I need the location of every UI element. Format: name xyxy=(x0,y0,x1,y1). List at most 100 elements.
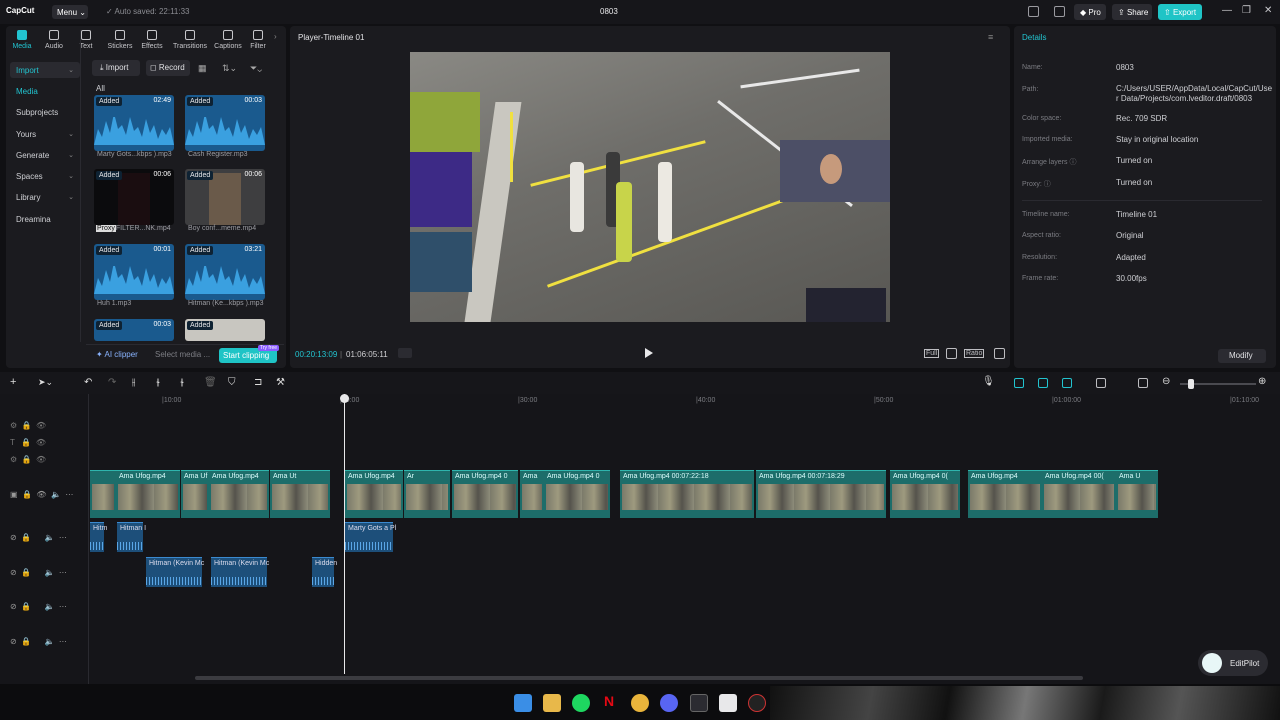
export-button[interactable]: ⇧ Export xyxy=(1158,4,1202,20)
sort-icon[interactable]: ⇅⌄ xyxy=(222,63,237,74)
sidebar-item-dreamina[interactable]: Dreamina xyxy=(10,211,80,227)
audio-clip[interactable]: Marty Gots a Pl xyxy=(345,522,396,552)
video-clip[interactable] xyxy=(90,470,116,518)
microphone-icon[interactable]: 🎙 xyxy=(982,376,995,387)
audio-clip[interactable]: Hitman I xyxy=(117,522,146,552)
filter-funnel-icon[interactable]: ⏷⌄ xyxy=(250,63,262,74)
file-explorer-icon[interactable] xyxy=(543,694,561,712)
video-clip[interactable]: Ama Ufog.mp4 00:07:22:18 xyxy=(620,470,754,518)
tab-transitions[interactable]: Transitions xyxy=(172,28,208,50)
tab-media[interactable]: Media xyxy=(6,28,38,50)
windows-start-icon[interactable] xyxy=(514,694,532,712)
netflix-icon[interactable]: N xyxy=(604,693,614,709)
media-item[interactable]: Added 03:21 xyxy=(185,244,265,300)
capcut-taskbar-icon[interactable] xyxy=(690,694,708,712)
zoom-slider-handle[interactable] xyxy=(1188,379,1194,389)
video-clip[interactable]: Ama Ufog.mp4 xyxy=(968,470,1042,518)
redo-icon[interactable]: ↷ xyxy=(108,377,116,388)
magic-icon[interactable]: ⚒ xyxy=(276,377,285,388)
video-clip[interactable]: Ama U xyxy=(1116,470,1158,518)
discord-icon[interactable] xyxy=(660,694,678,712)
video-clip[interactable]: Ama Ufog.mp4 00:07:18:29 xyxy=(756,470,886,518)
close-icon[interactable]: ✕ xyxy=(1264,5,1272,16)
main-track-magnet-icon[interactable] xyxy=(1014,378,1024,388)
tab-effects[interactable]: Effects xyxy=(136,28,168,50)
video-preview[interactable] xyxy=(410,52,890,322)
app-icon[interactable] xyxy=(719,694,737,712)
audio-clip[interactable]: Hidden xyxy=(312,557,337,587)
sidebar-item-library[interactable]: Library ⌄ xyxy=(10,189,80,205)
tab-audio[interactable]: Audio xyxy=(38,28,70,50)
crop-icon[interactable]: ⊐ xyxy=(254,377,262,388)
split-right-icon[interactable]: ⫳ xyxy=(180,377,184,388)
maximize-icon[interactable]: ❐ xyxy=(1242,5,1251,16)
media-item[interactable]: Added 00:03 xyxy=(185,95,265,151)
linkage-icon[interactable] xyxy=(1062,378,1072,388)
share-button[interactable]: ⇪ Share xyxy=(1112,4,1152,20)
chrome-icon[interactable] xyxy=(631,694,649,712)
media-item[interactable]: Added 02:49 xyxy=(94,95,174,151)
full-quality-button[interactable]: Full xyxy=(924,349,940,358)
media-item[interactable]: Added 00:06 xyxy=(185,169,265,225)
sidebar-item-generate[interactable]: Generate ⌄ xyxy=(10,147,80,163)
zoom-out-icon[interactable]: ⊖ xyxy=(1162,376,1170,387)
caption-icon[interactable] xyxy=(1138,378,1148,388)
pro-button[interactable]: ◆ Pro xyxy=(1074,4,1106,20)
playhead-handle[interactable] xyxy=(340,394,349,403)
sidebar-item-yours[interactable]: Yours ⌄ xyxy=(10,126,80,142)
player-menu-icon[interactable]: ≡ xyxy=(988,32,993,42)
video-clip[interactable]: Ama xyxy=(520,470,544,518)
record-button[interactable]: ◻ Record xyxy=(146,60,190,76)
app-icon[interactable] xyxy=(748,694,766,712)
media-item[interactable]: Added 00:01 xyxy=(94,244,174,300)
playhead[interactable] xyxy=(344,394,345,674)
audio-clip[interactable]: Hitm xyxy=(90,522,107,552)
tab-text[interactable]: Text xyxy=(70,28,102,50)
video-clip[interactable]: Ama Ufog.mp4 xyxy=(116,470,180,518)
add-track-icon[interactable]: + xyxy=(10,376,16,388)
minimize-icon[interactable]: — xyxy=(1222,5,1232,16)
video-clip[interactable]: Ama Ufog.mp4 00( xyxy=(1042,470,1116,518)
preview-axis-icon[interactable] xyxy=(1096,378,1106,388)
sidebar-item-spaces[interactable]: Spaces ⌄ xyxy=(10,168,80,184)
grid-view-icon[interactable]: ▦ xyxy=(198,63,207,74)
modify-button[interactable]: Modify xyxy=(1218,349,1266,363)
marker-icon[interactable]: ⛉ xyxy=(228,377,236,388)
sidebar-item-media[interactable]: Media xyxy=(10,83,80,99)
ratio-button[interactable]: Ratio xyxy=(964,349,985,358)
spotify-icon[interactable] xyxy=(572,694,590,712)
tab-captions[interactable]: Captions xyxy=(212,28,244,50)
select-media-dropdown[interactable]: Select media ... xyxy=(155,350,210,359)
video-clip[interactable]: Ama Uf xyxy=(181,470,209,518)
undo-icon[interactable]: ↶ xyxy=(84,377,92,388)
import-button[interactable]: ⤓ Import xyxy=(92,60,140,76)
media-item[interactable]: Added 00:03 xyxy=(94,319,174,341)
sidebar-item-subprojects[interactable]: Subprojects xyxy=(10,104,80,120)
editpilot-button[interactable]: EditPilot xyxy=(1198,650,1268,676)
video-clip[interactable]: Ama Ufog.mp4 0 xyxy=(544,470,610,518)
sidebar-item-import[interactable]: Import ⌄ xyxy=(10,62,80,78)
zoom-in-icon[interactable]: ⊕ xyxy=(1258,376,1266,387)
audio-clip[interactable]: Hitman (Kevin Mc xyxy=(146,557,204,587)
video-clip[interactable]: Ar xyxy=(404,470,450,518)
chevron-right-icon[interactable]: › xyxy=(274,32,277,41)
video-clip[interactable]: Ama Ut xyxy=(270,470,330,518)
video-clip[interactable]: Ama Ufog.mp4 0 xyxy=(452,470,518,518)
video-clip[interactable]: Ama Ufog.mp4 xyxy=(345,470,403,518)
split-icon[interactable]: ⫲ xyxy=(132,377,135,388)
auto-snap-icon[interactable] xyxy=(1038,378,1048,388)
zoom-frame-icon[interactable] xyxy=(946,348,957,359)
timecode-format-icon[interactable] xyxy=(398,348,412,358)
fullscreen-icon[interactable] xyxy=(994,348,1005,359)
split-left-icon[interactable]: ⫳ xyxy=(156,377,160,388)
play-icon[interactable] xyxy=(645,348,653,358)
tab-filter[interactable]: Filter xyxy=(246,28,270,50)
video-clip[interactable]: Ama Ufog.mp4 xyxy=(209,470,269,518)
ai-clipper-button[interactable]: ✦ AI clipper xyxy=(96,350,138,359)
media-item[interactable]: Added xyxy=(185,319,265,341)
menu-button[interactable]: Menu ⌄ xyxy=(52,5,88,19)
delete-icon[interactable]: 🗑 xyxy=(204,377,217,388)
timeline-area[interactable] xyxy=(0,394,1280,684)
media-item[interactable]: Added 00:06 xyxy=(94,169,174,225)
audio-clip[interactable]: Hitman (Kevin Mc xyxy=(211,557,269,587)
